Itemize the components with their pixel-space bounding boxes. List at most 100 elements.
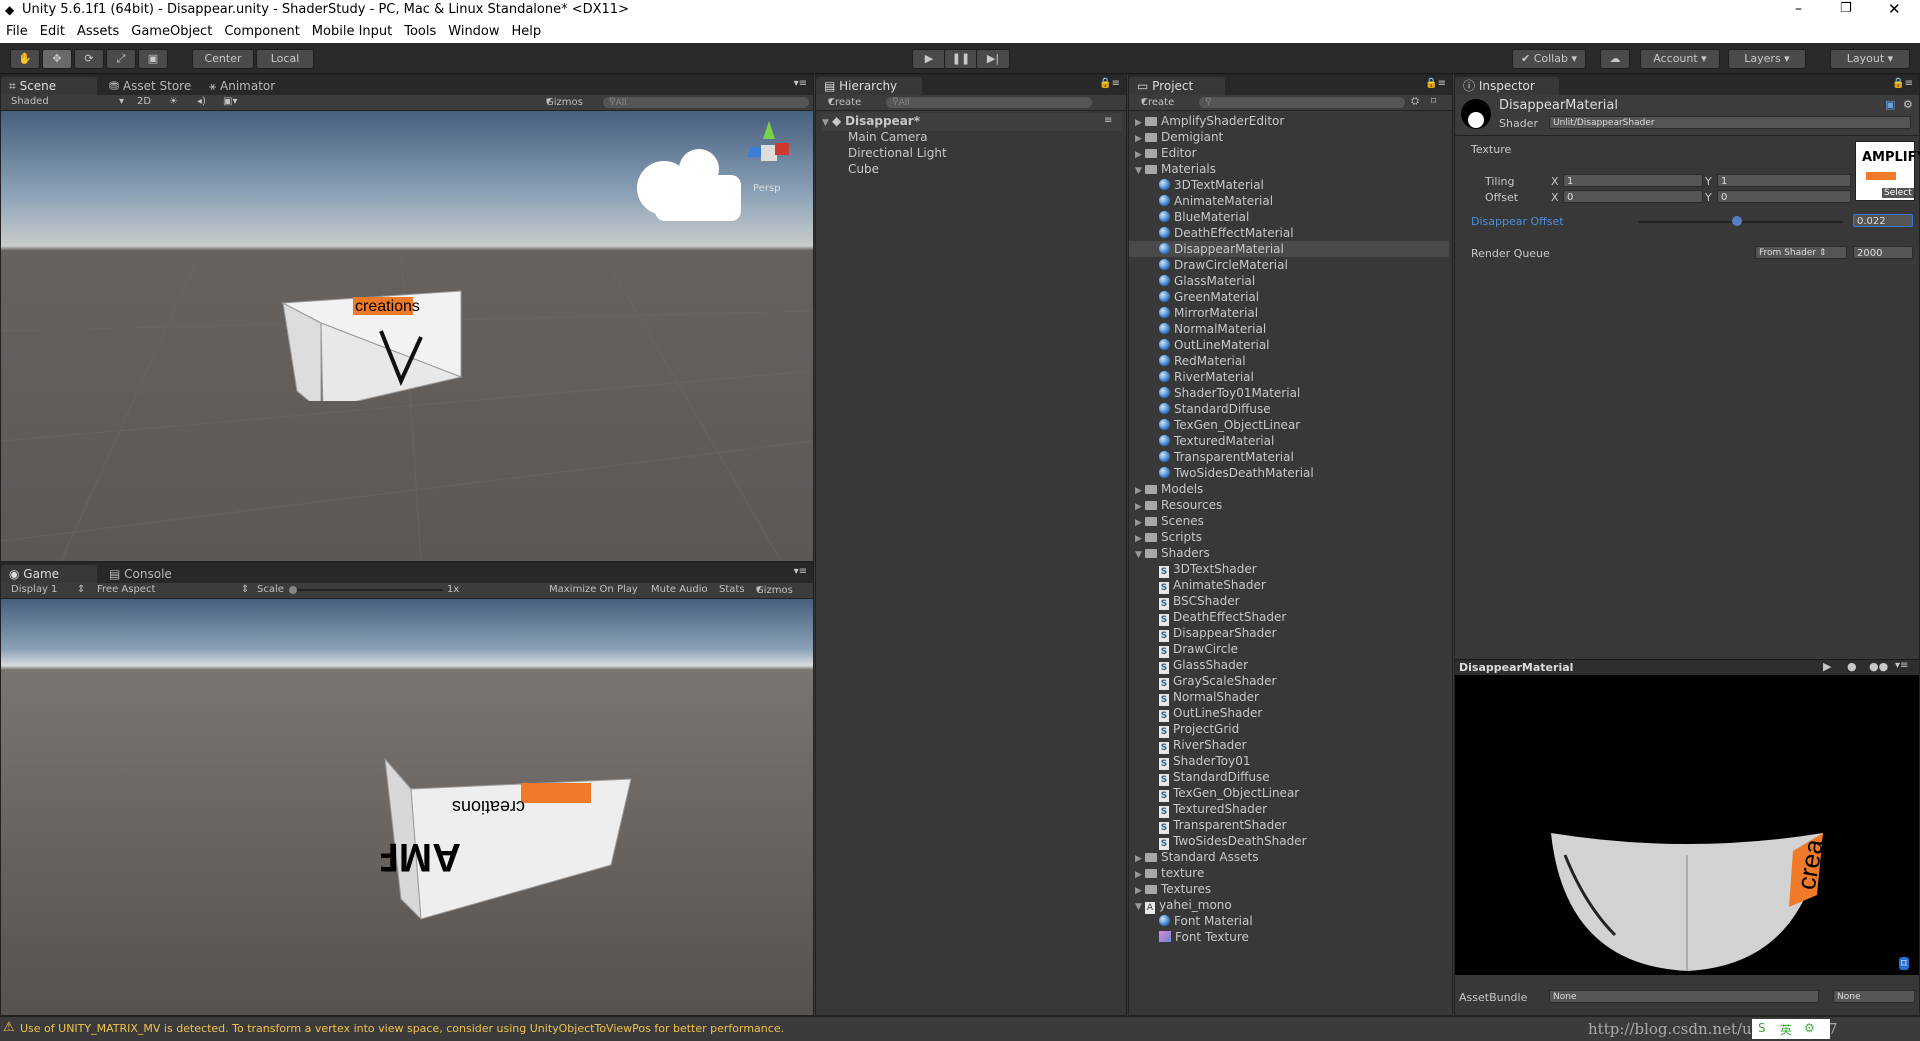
close-icon[interactable]: ✕ (1888, 0, 1901, 18)
menu-gameobject[interactable]: GameObject (125, 22, 218, 41)
axis-x-icon[interactable] (775, 143, 789, 155)
scene-menu-icon[interactable]: ≡ (1104, 113, 1112, 129)
aspect-dropdown[interactable]: Free Aspect (97, 584, 155, 595)
shaded-dropdown[interactable]: Shaded (11, 96, 49, 107)
shader-item[interactable]: S TexGen_ObjectLinear (1159, 785, 1299, 802)
material-item[interactable]: TexturedMaterial (1159, 433, 1274, 449)
persp-label[interactable]: Persp (753, 183, 781, 194)
scale-tool-icon[interactable]: ⤢ (106, 49, 136, 69)
scale-slider[interactable] (293, 589, 443, 591)
material-preview[interactable]: crea ⌑ (1455, 675, 1919, 975)
shader-item[interactable]: S TexturedShader (1159, 801, 1267, 818)
shader-item[interactable]: S ProjectGrid (1159, 721, 1239, 738)
menu-tools[interactable]: Tools (398, 22, 442, 41)
tab-animator[interactable]: ⚹ Animator (201, 77, 283, 95)
filter-by-label-icon[interactable]: ⌑ (1431, 96, 1436, 107)
game-view[interactable]: creations AMPLIFY (1, 599, 813, 1015)
tab-inspector[interactable]: ⓘ Inspector (1455, 77, 1559, 95)
display-dropdown[interactable]: Display 1 (11, 584, 57, 595)
shader-item[interactable]: S GrayScaleShader (1159, 673, 1276, 690)
mute-audio-toggle[interactable]: Mute Audio (651, 584, 708, 595)
menu-component[interactable]: Component (218, 22, 305, 41)
shader-item[interactable]: S DisappearShader (1159, 625, 1277, 642)
shader-item[interactable]: S StandardDiffuse (1159, 769, 1270, 786)
stats-toggle[interactable]: Stats (719, 584, 745, 595)
material-item[interactable]: MirrorMaterial (1159, 305, 1258, 321)
list-item[interactable]: Main Camera (848, 129, 928, 145)
material-item[interactable]: DeathEffectMaterial (1159, 225, 1294, 241)
shader-item[interactable]: S 3DTextShader (1159, 561, 1257, 578)
minimize-icon[interactable]: – (1795, 1, 1802, 17)
material-item[interactable]: RiverMaterial (1159, 369, 1254, 385)
material-item[interactable]: DrawCircleMaterial (1159, 257, 1288, 273)
material-item[interactable]: RedMaterial (1159, 353, 1246, 369)
scale-slider-thumb[interactable] (289, 586, 297, 594)
menu-assets[interactable]: Assets (71, 22, 125, 41)
tab-scene[interactable]: ⌗ Scene (1, 77, 97, 95)
material-item[interactable]: GreenMaterial (1159, 289, 1259, 305)
project-create-dropdown[interactable]: Create ▾ (1141, 96, 1174, 108)
tab-project[interactable]: ▭ Project (1129, 77, 1225, 95)
tab-console[interactable]: ▤ Console (101, 565, 180, 583)
preview-lights-icon[interactable]: ●● (1869, 660, 1888, 673)
preview-sphere-icon[interactable]: ● (1847, 660, 1857, 673)
layout-dropdown[interactable]: Layout ▾ (1830, 49, 1910, 69)
ime-indicator[interactable]: S 英 ⚙ (1752, 1019, 1830, 1039)
texture-slot[interactable]: AMPLIFY Select (1855, 141, 1920, 201)
offset-x-field[interactable]: 0 (1563, 190, 1703, 203)
scene-search-input[interactable]: ⚲ All (603, 97, 809, 108)
collab-button[interactable]: ✔ Collab ▾ (1512, 49, 1586, 69)
expanded-arrow-icon[interactable]: ▼ (1135, 547, 1145, 563)
panel-menu-icon[interactable]: ▾≡ (794, 78, 807, 89)
offset-y-field[interactable]: 0 (1717, 190, 1851, 203)
tab-asset-store[interactable]: ⛃ Asset Store (101, 77, 199, 95)
list-item[interactable]: Cube (848, 161, 879, 177)
shader-item[interactable]: S GlassShader (1159, 657, 1248, 674)
shader-item[interactable]: S NormalShader (1159, 689, 1259, 706)
material-item[interactable]: TransparentMaterial (1159, 449, 1294, 465)
font-texture-item[interactable]: Font Texture (1159, 929, 1249, 945)
material-item[interactable]: AnimateMaterial (1159, 193, 1273, 209)
disappear-offset-slider-thumb[interactable] (1731, 216, 1742, 226)
tiling-y-field[interactable]: 1 (1717, 174, 1851, 187)
project-lock-icon[interactable]: 🔒≡ (1425, 78, 1446, 89)
play-icon[interactable]: ▶ (912, 49, 946, 69)
shader-item[interactable]: S ShaderToy01 (1159, 753, 1251, 770)
material-item[interactable]: TwoSidesDeathMaterial (1159, 465, 1314, 481)
preview-play-icon[interactable]: ▶ (1823, 660, 1831, 673)
inspector-lock-icon[interactable]: 🔒≡ (1892, 78, 1913, 89)
filter-by-type-icon[interactable]: ⛭ (1411, 96, 1419, 107)
shader-item[interactable]: S OutLineShader (1159, 705, 1262, 722)
shader-dropdown[interactable]: Unlit/DisappearShader (1549, 116, 1911, 129)
hand-tool-icon[interactable]: ✋ (10, 49, 40, 69)
shader-item[interactable]: S TransparentShader (1159, 817, 1287, 834)
hierarchy-search-input[interactable]: ⚲ All (886, 97, 1092, 108)
texture-select-button[interactable]: Select (1882, 188, 1914, 198)
game-gizmos-dropdown[interactable]: Gizmos ▾ (756, 584, 793, 596)
lighting-toggle-icon[interactable]: ☀ (169, 96, 178, 107)
material-item[interactable]: OutLineMaterial (1159, 337, 1270, 353)
hierarchy-create-dropdown[interactable]: Create ▾ (828, 96, 861, 108)
menu-mobile-input[interactable]: Mobile Input (306, 22, 398, 41)
game-panel-menu-icon[interactable]: ▾≡ (794, 566, 807, 577)
cloud-icon[interactable]: ☁ (1600, 49, 1630, 69)
effects-toggle-icon[interactable]: ▣▾ (223, 96, 237, 107)
expanded-arrow-icon[interactable]: ▼ (1135, 899, 1145, 915)
material-item[interactable]: ShaderToy01Material (1159, 385, 1300, 401)
mode-2d-toggle[interactable]: 2D (137, 96, 151, 107)
account-dropdown[interactable]: Account ▾ (1640, 49, 1720, 69)
material-item[interactable]: NormalMaterial (1159, 321, 1266, 337)
pivot-center-button[interactable]: Center (192, 49, 254, 69)
hierarchy-lock-icon[interactable]: 🔒≡ (1099, 78, 1120, 89)
material-item[interactable]: 3DTextMaterial (1159, 177, 1264, 193)
restore-icon[interactable]: ❐ (1840, 1, 1852, 16)
layers-dropdown[interactable]: Layers ▾ (1728, 49, 1806, 69)
menu-edit[interactable]: Edit (34, 22, 71, 41)
status-bar[interactable]: ⚠ Use of UNITY_MATRIX_MV is detected. To… (0, 1016, 1920, 1041)
render-queue-field[interactable]: 2000 (1853, 246, 1913, 259)
shader-item[interactable]: S TwoSidesDeathShader (1159, 833, 1307, 850)
scene-view[interactable]: creations Persp (1, 111, 813, 561)
assetbundle-dropdown[interactable]: None (1549, 990, 1819, 1003)
material-item[interactable]: DisappearMaterial (1129, 241, 1449, 257)
settings-gear-icon[interactable]: ⚙ (1903, 98, 1913, 111)
